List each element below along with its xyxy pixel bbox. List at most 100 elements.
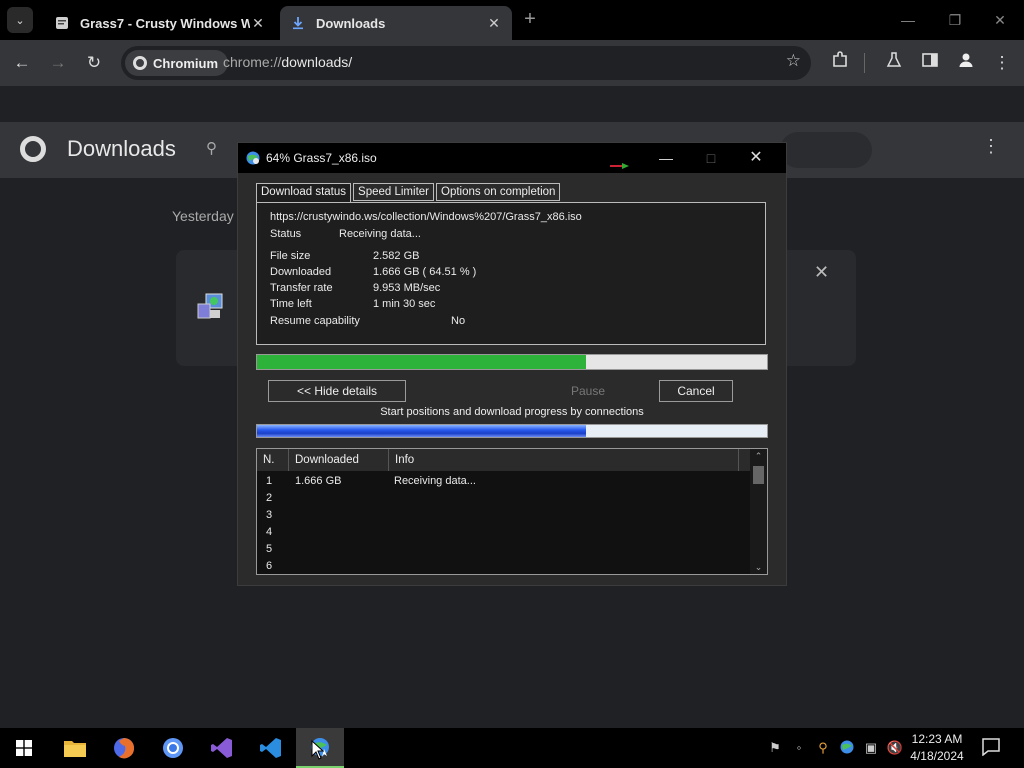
row-number: 2 [266,492,273,504]
resume-capability-value: No [451,315,466,327]
resume-capability-label: Resume capability [270,315,360,327]
hide-details-button[interactable]: << Hide details [268,380,406,402]
transfer-rate-value: 9.953 MB/sec [373,282,441,294]
table-row[interactable]: 3 [257,507,750,524]
close-window-icon[interactable]: ✕ [988,8,1012,32]
browser-toolbar: ← → ↻ Chromium chrome://downloads/ ☆ ⋮ [0,40,1024,86]
table-scrollbar[interactable]: ⌃ ⌄ [750,449,767,574]
status-value: Receiving data... [339,228,421,240]
windows-logo-icon [16,740,32,756]
windows-taskbar: ⚑ ◦ ⚲ ▣ 🔇 12:23 AM 4/18/2024 [0,728,1024,768]
clock-time: 12:23 AM [911,732,963,746]
table-row[interactable]: 1 1.666 GB Receiving data... [257,473,750,490]
scroll-up-icon[interactable]: ⌃ [750,449,767,463]
tab-search-button[interactable]: ⌄ [7,7,33,33]
browser-menu-icon[interactable]: ⋮ [990,51,1014,75]
status-label: Status [270,228,302,240]
column-header-downloaded[interactable]: Downloaded [289,449,389,471]
download-url: https://crustywindo.ws/collection/Window… [270,211,582,223]
chromium-logo-icon [133,56,147,70]
bookmark-star-icon[interactable]: ☆ [786,51,801,71]
chevron-down-icon: ⌄ [15,14,25,27]
minimize-window-icon[interactable]: — [896,8,920,32]
labs-flask-icon[interactable] [882,51,906,75]
pause-button[interactable]: Pause [548,380,628,402]
table-row[interactable]: 6 [257,558,750,574]
transfer-rate-label: Transfer rate [270,282,333,294]
toolbar-divider [864,53,865,73]
browser-tab-strip: ⌄ Grass7 - Crusty Windows Wiki ✕ Downloa… [0,0,1024,40]
tab-title: Grass7 - Crusty Windows Wiki [80,15,250,31]
column-header-info[interactable]: Info [389,449,739,471]
remove-download-icon[interactable]: ✕ [814,262,829,283]
site-info-chip[interactable]: Chromium [125,50,228,76]
visual-studio-icon[interactable] [198,728,246,768]
connection-progress-fill [257,425,586,437]
download-icon [290,15,306,31]
restore-window-icon[interactable]: ❐ [943,8,967,32]
downloaded-label: Downloaded [270,266,332,278]
chromium-taskbar-icon[interactable] [149,728,197,768]
connections-caption: Start positions and download progress by… [380,406,644,418]
firefox-icon[interactable] [100,728,148,768]
activity-indicator-icon [610,156,629,169]
back-icon[interactable]: ← [10,51,34,75]
dialog-close-icon[interactable]: ✕ [746,148,766,168]
idm-tray-icon[interactable] [838,739,856,757]
network-icon[interactable]: ▣ [862,739,880,757]
side-panel-icon[interactable] [918,51,942,75]
vs-code-icon[interactable] [247,728,295,768]
tab-speed-limiter[interactable]: Speed Limiter [353,183,434,201]
start-button[interactable] [0,728,48,768]
search-icon[interactable]: ⚲ [206,139,217,157]
dialog-minimize-icon[interactable]: — [656,148,676,168]
table-row[interactable]: 4 [257,524,750,541]
close-icon[interactable]: ✕ [486,15,502,31]
scrollbar-thumb[interactable] [753,466,764,484]
column-header-n[interactable]: N. [257,449,289,471]
reload-icon[interactable]: ↻ [82,51,106,75]
scroll-down-icon[interactable]: ⌄ [750,560,767,574]
dialog-title-bar[interactable]: 64% Grass7_x86.iso — □ ✕ [238,143,786,173]
row-number: 5 [266,543,273,555]
page-title: Downloads [67,136,176,161]
table-row[interactable]: 5 [257,541,750,558]
downloaded-value: 1.666 GB ( 64.51 % ) [373,266,477,278]
network-off-icon[interactable]: ◦ [790,739,808,757]
system-clock[interactable]: 12:23 AM 4/18/2024 [904,731,970,765]
new-tab-button[interactable]: + [520,9,540,30]
security-shield-icon[interactable]: ⚑ [766,739,784,757]
url-scheme: chrome:// [223,54,282,70]
download-progress-bar [256,354,768,370]
file-size-value: 2.582 GB [373,250,420,262]
address-bar[interactable]: Chromium chrome://downloads/ ☆ [121,46,811,80]
tab-grass7-wiki[interactable]: Grass7 - Crusty Windows Wiki ✕ [44,6,276,40]
row-number: 3 [266,509,273,521]
download-progress-dialog: 64% Grass7_x86.iso — □ ✕ Download status… [237,142,787,586]
file-explorer-icon[interactable] [51,728,99,768]
url-host: downloads/ [281,54,353,70]
row-downloaded: 1.666 GB [295,475,342,487]
tab-download-status[interactable]: Download status [256,183,352,203]
tab-downloads[interactable]: Downloads ✕ [280,6,512,40]
more-actions-icon[interactable]: ⋮ [982,136,1000,157]
url-text[interactable]: chrome://downloads/ [223,54,352,70]
profile-icon[interactable] [954,51,978,75]
extensions-icon[interactable] [828,51,852,75]
connections-progress-bar [256,424,768,438]
search-downloads-input[interactable] [780,132,872,168]
table-row[interactable]: 2 [257,490,750,507]
clock-date: 4/18/2024 [910,749,964,763]
notification-center-icon[interactable] [982,738,1002,758]
time-left-label: Time left [270,298,312,310]
forward-icon[interactable]: → [46,51,70,75]
chromium-logo-icon [20,136,46,162]
search-tray-icon[interactable]: ⚲ [814,739,832,757]
close-icon[interactable]: ✕ [250,15,266,31]
volume-muted-icon[interactable]: 🔇 [886,739,904,757]
screen: ⌄ Grass7 - Crusty Windows Wiki ✕ Downloa… [0,0,1024,768]
tab-options-on-completion[interactable]: Options on completion [436,183,561,201]
idm-globe-icon [245,150,261,166]
cancel-button[interactable]: Cancel [659,380,733,402]
table-header: N. Downloaded Info [257,449,750,471]
